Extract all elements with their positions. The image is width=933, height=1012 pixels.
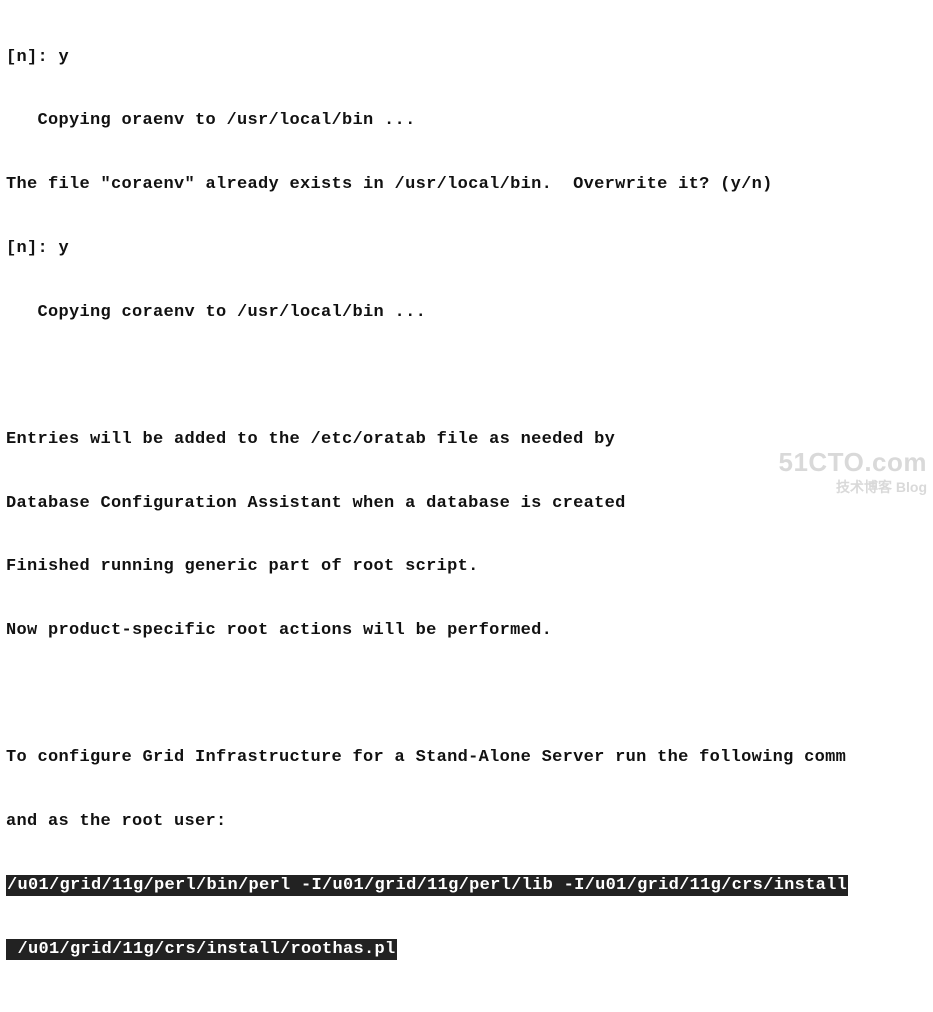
terminal-output: [n]: y Copying oraenv to /usr/local/bin … <box>0 0 933 1012</box>
output-line: and as the root user: <box>6 811 931 832</box>
output-line: Entries will be added to the /etc/oratab… <box>6 429 931 450</box>
output-line: Copying oraenv to /usr/local/bin ... <box>6 110 931 131</box>
output-line: Finished running generic part of root sc… <box>6 556 931 577</box>
blank-line <box>6 365 931 386</box>
output-line: [n]: y <box>6 238 931 259</box>
highlighted-command: /u01/grid/11g/perl/bin/perl -I/u01/grid/… <box>6 875 931 896</box>
output-line: Database Configuration Assistant when a … <box>6 493 931 514</box>
output-line: The file "coraenv" already exists in /us… <box>6 174 931 195</box>
highlighted-command: /u01/grid/11g/crs/install/roothas.pl <box>6 939 931 960</box>
output-line: Copying coraenv to /usr/local/bin ... <box>6 302 931 323</box>
output-line: To configure Grid Infrastructure for a S… <box>6 747 931 768</box>
blank-line <box>6 1002 931 1012</box>
output-line: [n]: y <box>6 47 931 68</box>
output-line: Now product-specific root actions will b… <box>6 620 931 641</box>
blank-line <box>6 684 931 705</box>
